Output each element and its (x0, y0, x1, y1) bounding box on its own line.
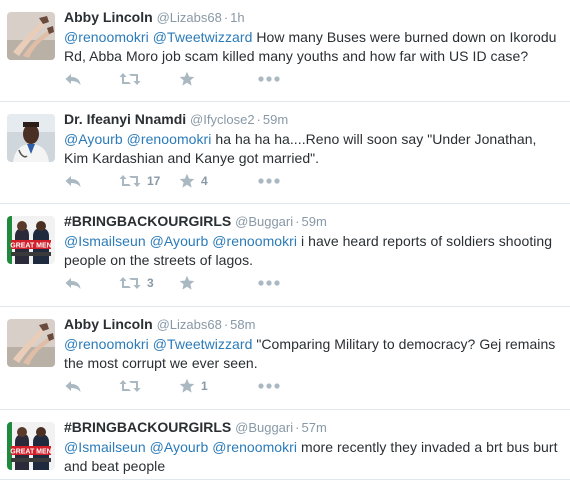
mention-link[interactable]: @Ismailseun (64, 233, 146, 249)
tweet[interactable]: Abby Lincoln @Lizabs68 · 1h @renoomokri @Tw… (0, 0, 570, 102)
mention-link[interactable]: @renoomokri (64, 29, 149, 45)
mention-link[interactable]: @Ismailseun (64, 439, 146, 455)
fullname[interactable]: Abby Lincoln (64, 316, 153, 332)
tweet[interactable]: Dr. Ifeanyi Nnamdi @Ifyclose2 · 59m @Ayourb… (0, 102, 570, 204)
username[interactable]: @Buggari (235, 420, 293, 435)
tweet-header: Abby Lincoln @Lizabs68 · 58m (64, 315, 562, 334)
mention-link[interactable]: @renoomokri (212, 439, 297, 455)
mention-link[interactable]: @Tweetwizzard (153, 29, 253, 45)
timestamp[interactable]: 58m (230, 317, 255, 332)
tweet-actions: 3 (0, 273, 570, 293)
mention-link[interactable]: @Ayourb (64, 131, 123, 147)
more-icon (258, 178, 280, 184)
reply-button[interactable] (64, 376, 82, 396)
mention-link[interactable]: @Tweetwizzard (153, 336, 253, 352)
favorite-icon (179, 275, 195, 291)
retweet-button[interactable] (119, 376, 147, 396)
reply-icon (64, 72, 82, 86)
retweet-count: 17 (147, 174, 161, 188)
avatar[interactable] (7, 114, 55, 162)
retweet-button[interactable] (119, 69, 147, 89)
tweet-text: @renoomokri @Tweetwizzard "Comparing Mil… (64, 335, 562, 373)
tweet-text: @Ismailseun @Ayourb @renoomokri i have h… (64, 232, 562, 270)
tweet-header: #BRINGBACKOURGIRLS @Buggari · 57m (64, 418, 562, 437)
favorite-icon (179, 378, 195, 394)
tweet-actions: 1 (0, 376, 570, 396)
more-button[interactable] (258, 171, 280, 191)
timestamp[interactable]: 59m (263, 112, 288, 127)
more-button[interactable] (258, 376, 280, 396)
avatar[interactable]: GREAT MEN (7, 216, 55, 264)
retweet-icon (119, 276, 141, 290)
favorite-button[interactable]: 1 (179, 376, 208, 396)
avatar[interactable]: GREAT MEN (7, 422, 55, 470)
tweet-header: Abby Lincoln @Lizabs68 · 1h (64, 8, 562, 27)
favorite-count: 4 (201, 174, 208, 188)
tweet[interactable]: GREAT MEN #BRINGBACKOURGIRLS @Buggari · 57m… (0, 410, 570, 480)
retweet-icon (119, 379, 141, 393)
separator-dot: · (295, 420, 300, 435)
reply-icon (64, 379, 82, 393)
reply-button[interactable] (64, 171, 82, 191)
tweet-text: @renoomokri @Tweetwizzard How many Buses… (64, 28, 562, 66)
reply-icon (64, 276, 82, 290)
tweet[interactable]: Abby Lincoln @Lizabs68 · 58m @renoomokri @T… (0, 307, 570, 410)
more-icon (258, 280, 280, 286)
separator-dot: · (295, 214, 300, 229)
favorite-button[interactable] (179, 69, 201, 89)
fullname[interactable]: #BRINGBACKOURGIRLS (64, 213, 231, 229)
tweet-timeline: Abby Lincoln @Lizabs68 · 1h @renoomokri @Tw… (0, 0, 570, 480)
timestamp[interactable]: 57m (301, 420, 326, 435)
username[interactable]: @Buggari (235, 214, 293, 229)
retweet-button[interactable]: 3 (119, 273, 154, 293)
reply-button[interactable] (64, 273, 82, 293)
tweet-header: #BRINGBACKOURGIRLS @Buggari · 59m (64, 212, 562, 231)
fullname[interactable]: Abby Lincoln (64, 9, 153, 25)
mention-link[interactable]: @renoomokri (127, 131, 212, 147)
tweet-text: @Ismailseun @Ayourb @renoomokri more rec… (64, 438, 562, 476)
username[interactable]: @Lizabs68 (157, 317, 222, 332)
favorite-button[interactable] (179, 273, 201, 293)
avatar[interactable] (7, 319, 55, 367)
avatar-label: GREAT MEN (10, 243, 51, 250)
favorite-icon (179, 71, 195, 87)
separator-dot: · (223, 10, 229, 25)
mention-link[interactable]: @Ayourb (150, 439, 209, 455)
fullname[interactable]: Dr. Ifeanyi Nnamdi (64, 111, 186, 127)
separator-dot: · (223, 317, 229, 332)
mention-link[interactable]: @Ayourb (150, 233, 209, 249)
favorite-button[interactable]: 4 (179, 171, 208, 191)
favorite-count: 1 (201, 379, 208, 393)
avatar[interactable] (7, 12, 55, 60)
username[interactable]: @Ifyclose2 (190, 112, 255, 127)
retweet-icon (119, 174, 141, 188)
retweet-button[interactable]: 17 (119, 171, 160, 191)
retweet-count: 3 (147, 276, 154, 290)
more-icon (258, 383, 280, 389)
more-icon (258, 76, 280, 82)
reply-icon (64, 174, 82, 188)
tweet[interactable]: GREAT MEN #BRINGBACKOURGIRLS @Buggari · 59m… (0, 204, 570, 307)
more-button[interactable] (258, 273, 280, 293)
tweet-header: Dr. Ifeanyi Nnamdi @Ifyclose2 · 59m (64, 110, 562, 129)
tweet-text: @Ayourb @renoomokri ha ha ha ha....Reno … (64, 130, 562, 168)
tweet-actions (0, 69, 570, 89)
timestamp[interactable]: 1h (230, 10, 244, 25)
username[interactable]: @Lizabs68 (157, 10, 222, 25)
separator-dot: · (256, 112, 261, 127)
reply-button[interactable] (64, 69, 82, 89)
retweet-icon (119, 72, 141, 86)
more-button[interactable] (258, 69, 280, 89)
fullname[interactable]: #BRINGBACKOURGIRLS (64, 419, 231, 435)
avatar-label: GREAT MEN (10, 449, 51, 456)
mention-link[interactable]: @renoomokri (212, 233, 297, 249)
mention-link[interactable]: @renoomokri (64, 336, 149, 352)
favorite-icon (179, 173, 195, 189)
timestamp[interactable]: 59m (301, 214, 326, 229)
tweet-actions: 17 4 (0, 171, 570, 191)
